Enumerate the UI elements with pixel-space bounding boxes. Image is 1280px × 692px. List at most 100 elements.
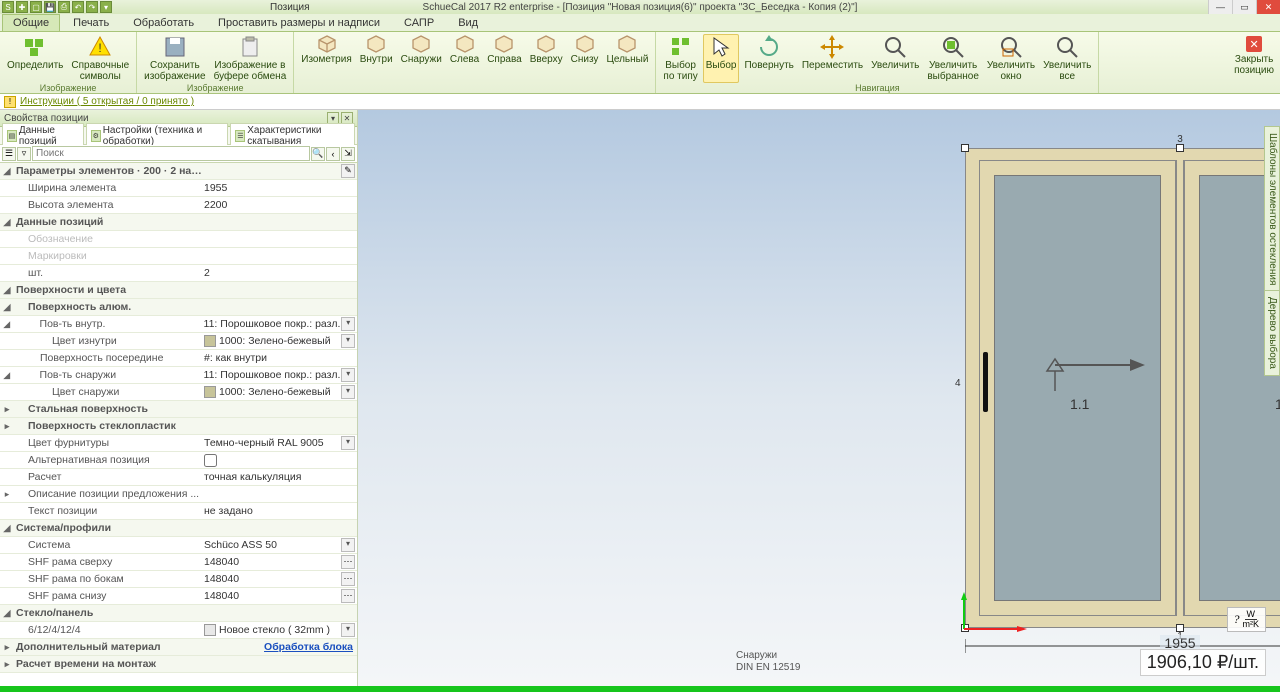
group-steel[interactable]: Стальная поверхность	[14, 403, 202, 415]
node-num-3: 3	[1177, 134, 1183, 145]
group-surfaces[interactable]: Поверхности и цвета	[14, 284, 202, 296]
sys-value[interactable]: Schüco ASS 50	[202, 539, 341, 551]
move-button[interactable]: Переместить	[799, 34, 866, 83]
bottom-button[interactable]: Снизу	[568, 34, 602, 66]
iso-button[interactable]: Изометрия	[298, 34, 354, 66]
qat-print-icon[interactable]: ⎙	[58, 1, 70, 13]
text-value[interactable]: не задано	[202, 505, 357, 517]
col-in-value[interactable]: 1000: Зелено-бежевый	[202, 335, 341, 347]
group-alum[interactable]: Поверхность алюм.	[14, 301, 202, 313]
group-params[interactable]: Параметры элементов · 200 · 2 направляющ…	[14, 165, 202, 177]
qty-value[interactable]: 2	[202, 267, 357, 279]
funnel-icon[interactable]: ▿	[17, 147, 31, 161]
group-system[interactable]: Система/профили	[14, 522, 202, 534]
minimize-button[interactable]: —	[1208, 0, 1232, 14]
sash-2-label: 1.2	[1275, 396, 1280, 412]
tab-dimensions[interactable]: Проставить размеры и надписи	[207, 14, 391, 31]
drawing-canvas[interactable]: 1.1 1.2 3 4 2 1	[358, 110, 1280, 686]
action-icon[interactable]: ⋯	[341, 589, 355, 603]
tab-view[interactable]: Вид	[447, 14, 489, 31]
shf-top-value[interactable]: 148040	[202, 556, 341, 568]
window-element[interactable]: 1.1 1.2 3 4 2 1	[965, 148, 1280, 628]
surf-in-value[interactable]: 11: Порошковое покр.: разл...	[202, 318, 342, 330]
close-window-button[interactable]: ✕	[1256, 0, 1280, 14]
dropdown-icon[interactable]: ▾	[341, 385, 355, 399]
select-button[interactable]: Выбор	[703, 34, 740, 83]
chevron-left-icon[interactable]: ‹	[326, 147, 340, 161]
close-position-button[interactable]: ✕ Закрыть позицию	[1234, 36, 1274, 76]
group-posdata[interactable]: Данные позиций	[14, 216, 202, 228]
group-additional[interactable]: Дополнительный материал	[14, 641, 202, 653]
outside-button[interactable]: Снаружи	[398, 34, 445, 66]
qat-save-icon[interactable]: 💾	[44, 1, 56, 13]
ref-symbols-button[interactable]: !Справочные символы	[68, 34, 132, 83]
mdi-title: Позиция	[270, 2, 310, 13]
clipboard-image-button[interactable]: Изображение в буфере обмена	[211, 34, 290, 83]
shf-bot-value[interactable]: 148040	[202, 590, 341, 602]
left-sash[interactable]: 1.1	[979, 160, 1176, 616]
filter-icon[interactable]: ☰	[2, 147, 16, 161]
tab-print[interactable]: Печать	[62, 14, 120, 31]
maximize-button[interactable]: ▭	[1232, 0, 1256, 14]
tab-process[interactable]: Обработать	[122, 14, 205, 31]
dropdown-icon[interactable]: ▾	[341, 623, 355, 637]
zoom-selection-button[interactable]: Увеличить выбранное	[924, 34, 982, 83]
group-glass[interactable]: Стекло/панель	[14, 607, 202, 619]
glass-value[interactable]: Новое стекло ( 32mm )	[202, 624, 341, 636]
alt-pos-checkbox[interactable]	[202, 454, 357, 467]
qat-more-icon[interactable]: ▾	[100, 1, 112, 13]
dropdown-icon[interactable]: ▾	[341, 436, 355, 450]
furn-col-value[interactable]: Темно-черный RAL 9005	[202, 437, 341, 449]
qat-new-icon[interactable]: ✚	[16, 1, 28, 13]
action-icon[interactable]: ⋯	[341, 572, 355, 586]
whole-button[interactable]: Цельный	[603, 34, 651, 66]
shf-side-value[interactable]: 148040	[202, 573, 341, 585]
qat-redo-icon[interactable]: ↷	[86, 1, 98, 13]
rotate-button[interactable]: Повернуть	[741, 34, 796, 83]
zoom-window-button[interactable]: Увеличить окно	[984, 34, 1038, 83]
inside-button[interactable]: Внутри	[357, 34, 396, 66]
calc-value[interactable]: точная калькуляция	[202, 471, 357, 483]
zoom-all-button[interactable]: Увеличить все	[1040, 34, 1094, 83]
warning-icon: !	[4, 96, 16, 108]
action-icon[interactable]: ⋯	[341, 555, 355, 569]
search-input[interactable]	[32, 146, 310, 161]
tab-general[interactable]: Общие	[2, 14, 60, 31]
define-button[interactable]: Определить	[4, 34, 66, 83]
dropdown-icon[interactable]: ▾	[341, 538, 355, 552]
dropdown-icon[interactable]: ▾	[341, 334, 355, 348]
pencil-icon[interactable]: ✎	[341, 164, 355, 178]
node[interactable]	[961, 144, 969, 152]
qat-open-icon[interactable]: ▢	[30, 1, 42, 13]
select-by-type-button[interactable]: Выбор по типу	[660, 34, 700, 83]
group-install-time[interactable]: Расчет времени на монтаж	[14, 658, 202, 670]
top-button[interactable]: Вверху	[527, 34, 566, 66]
height-value[interactable]: 2200	[202, 199, 357, 211]
side-tab-selection-tree[interactable]: Дерево выбора	[1264, 290, 1280, 376]
ribbon: Определить !Справочные символы Изображен…	[0, 32, 1280, 94]
left-button[interactable]: Слева	[447, 34, 482, 66]
qat-undo-icon[interactable]: ↶	[72, 1, 84, 13]
info-bar[interactable]: ! Инструкции ( 5 открытая / 0 принято )	[0, 94, 1280, 110]
zoom-button[interactable]: Увеличить	[868, 34, 922, 83]
save-image-button[interactable]: Сохранить изображение	[141, 34, 208, 83]
search-icon[interactable]: 🔍	[311, 147, 325, 161]
shf-bot-label: SHF рама снизу	[14, 590, 202, 602]
surf-mid-value[interactable]: #: как внутри	[202, 352, 357, 364]
dropdown-icon[interactable]: ▾	[341, 317, 355, 331]
node[interactable]	[1176, 144, 1184, 152]
dropdown-icon[interactable]: ▾	[341, 368, 355, 382]
u-value-badge[interactable]: ? Wm²K	[1227, 607, 1267, 632]
group-frp[interactable]: Поверхность стеклопластик	[14, 420, 202, 432]
tab-cad[interactable]: САПР	[393, 14, 445, 31]
desc-label[interactable]: Описание позиции предложения ...	[14, 488, 202, 500]
col-out-value[interactable]: 1000: Зелено-бежевый	[202, 386, 341, 398]
right-button[interactable]: Справа	[484, 34, 525, 66]
properties-grid[interactable]: ◢Параметры элементов · 200 · 2 направляю…	[0, 163, 357, 686]
side-tab-glazing-templates[interactable]: Шаблоны элементов остекления	[1264, 126, 1280, 292]
surf-out-value[interactable]: 11: Порошковое покр.: разл...	[202, 369, 342, 381]
expand-icon[interactable]: ⇲	[341, 147, 355, 161]
qat-app-icon[interactable]: S	[2, 1, 14, 13]
block-processing-link[interactable]: Обработка блока	[264, 641, 353, 653]
width-value[interactable]: 1955	[202, 182, 357, 194]
